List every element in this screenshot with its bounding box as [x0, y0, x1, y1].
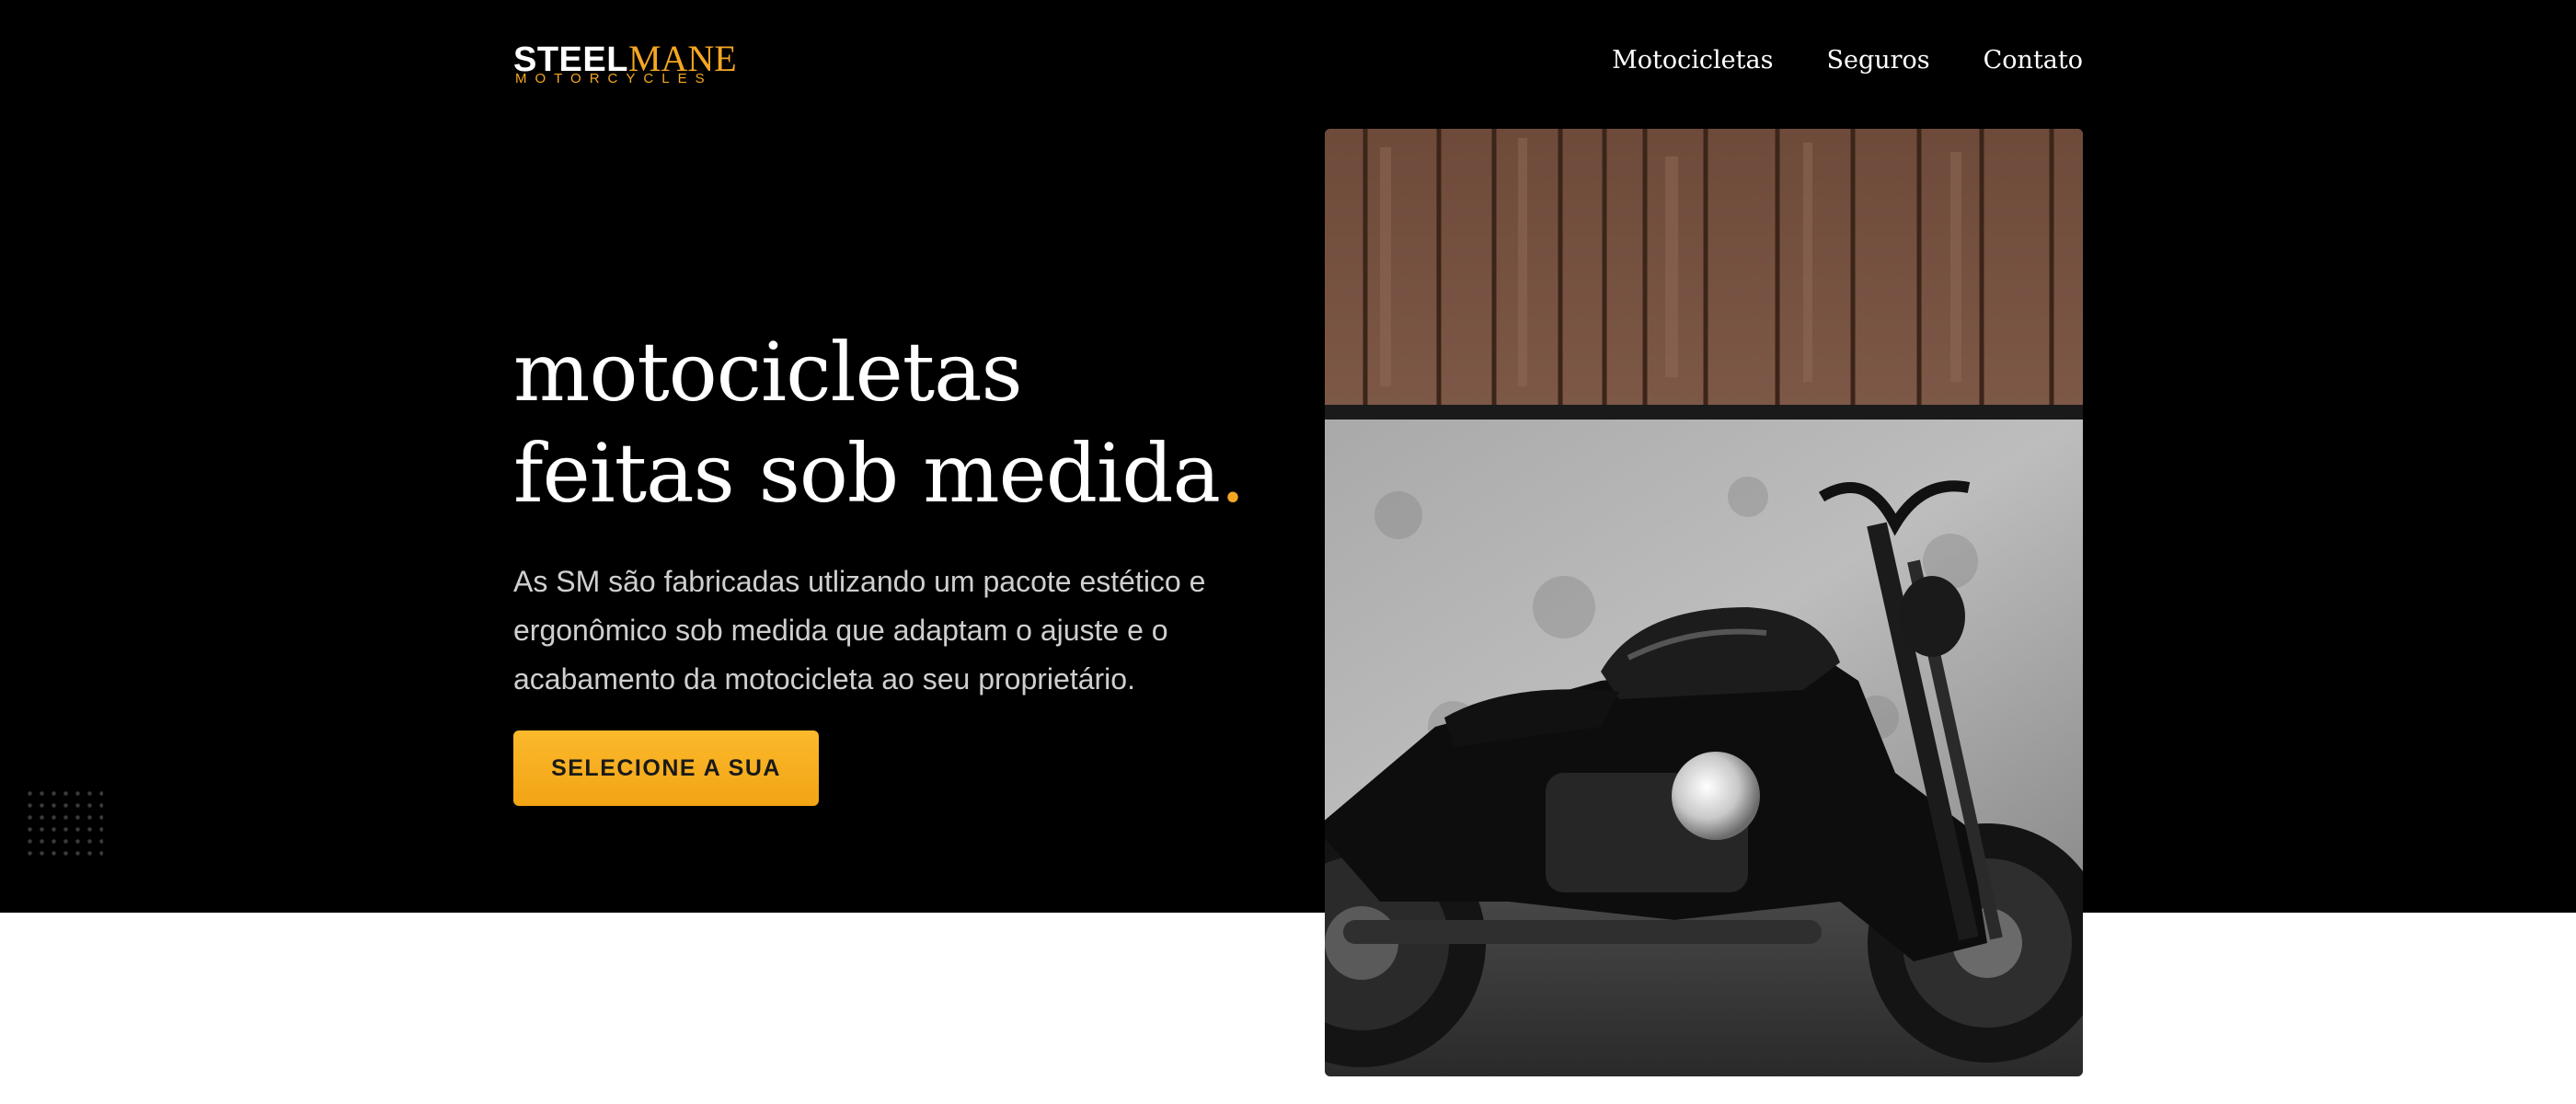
brand-logo[interactable]: STEELMANE MOTORCYCLES	[513, 40, 737, 88]
dot-grid-decoration	[24, 788, 103, 861]
select-yours-button[interactable]: SELECIONE A SUA	[513, 730, 819, 806]
motorcycle-photo	[1325, 129, 2083, 1076]
nav-item-motocicletas[interactable]: Motocicletas	[1612, 46, 1773, 75]
headline-line2: feitas sob medida	[513, 426, 1221, 521]
main-nav: Motocicletas Seguros Contato	[1612, 46, 2083, 75]
hero-section: STEELMANE MOTORCYCLES Motocicletas Segur…	[0, 0, 2576, 913]
headline-line1: motocicletas	[513, 325, 1023, 420]
nav-item-seguros[interactable]: Seguros	[1826, 46, 1929, 75]
hero-headline: motocicletas feitas sob medida.	[513, 322, 1305, 524]
headline-accent-dot: .	[1220, 426, 1246, 521]
logo-tagline: MOTORCYCLES	[515, 71, 713, 86]
hero-description: As SM são fabricadas utlizando um pacote…	[513, 565, 1206, 696]
nav-item-contato[interactable]: Contato	[1984, 46, 2083, 75]
